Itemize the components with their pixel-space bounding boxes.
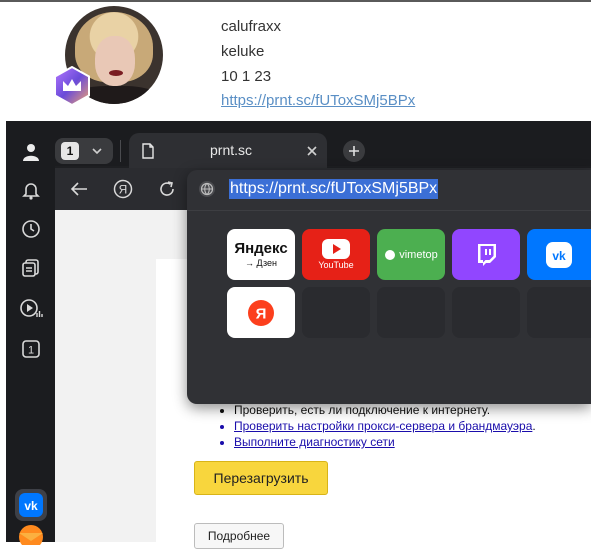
- details-button[interactable]: Подробнее: [194, 523, 284, 549]
- tab-counter-button[interactable]: 1: [55, 138, 113, 164]
- plus-icon: [349, 146, 359, 156]
- browser-sidebar: 1 vk: [6, 121, 55, 545]
- svg-text:vk: vk: [552, 249, 566, 263]
- address-input[interactable]: https://prnt.sc/fUToxSMj5BPx: [229, 179, 439, 199]
- speed-dial-empty[interactable]: [527, 287, 591, 338]
- collections-icon[interactable]: [6, 255, 55, 281]
- vk-logo-icon: vk: [546, 241, 572, 268]
- vimetop-icon: [385, 249, 396, 260]
- clock-icon[interactable]: [6, 216, 55, 242]
- reload-icon[interactable]: [158, 180, 176, 198]
- back-arrow-icon[interactable]: [70, 181, 88, 197]
- profile-name: calufraxx: [221, 18, 282, 35]
- svg-text:Я: Я: [119, 183, 128, 197]
- twitch-icon: [478, 243, 496, 266]
- speed-dial-twitch[interactable]: [452, 229, 520, 280]
- profile-login: keluke: [221, 43, 265, 60]
- speed-dial-empty[interactable]: [377, 287, 445, 338]
- suggestion-diagnostics[interactable]: Выполните диагностику сети: [234, 434, 536, 450]
- counter-label: 1: [27, 345, 33, 357]
- page-icon: [142, 143, 154, 159]
- media-icon[interactable]: [6, 295, 55, 321]
- yandex-home-icon[interactable]: Я: [113, 179, 133, 199]
- tab-divider: [120, 140, 121, 162]
- speed-dial-yandex[interactable]: Я: [227, 287, 295, 338]
- user-icon[interactable]: [6, 139, 55, 165]
- tab-title: prnt.sc: [210, 142, 253, 158]
- suggestion-diagnostics-link[interactable]: Выполните диагностику сети: [234, 435, 395, 449]
- speed-dial-yandex-dzen[interactable]: Яндекс → Дзен: [227, 229, 295, 280]
- yandex-icon: Я: [248, 299, 274, 326]
- globe-icon: [199, 181, 215, 197]
- vk-icon[interactable]: vk: [6, 487, 55, 523]
- speed-dial-empty[interactable]: [452, 287, 520, 338]
- yandex-dzen-subtitle: → Дзен: [245, 258, 277, 268]
- bell-icon[interactable]: [6, 177, 55, 203]
- top-divider: [0, 0, 591, 2]
- suggestion-check-connection: Проверить, есть ли подключение к интерне…: [234, 402, 536, 418]
- counter-icon[interactable]: 1: [6, 336, 55, 362]
- new-tab-button[interactable]: [343, 140, 365, 162]
- speed-dial-vk[interactable]: vk: [527, 229, 591, 280]
- crown-badge-icon: [54, 66, 90, 106]
- omnibox-divider: [187, 210, 591, 211]
- profile-date: 10 1 23: [221, 68, 272, 85]
- speed-dial-youtube[interactable]: YouTube: [302, 229, 370, 280]
- tab-count: 1: [61, 142, 79, 160]
- suggestion-proxy-dot: .: [532, 419, 536, 433]
- yandex-mail-icon[interactable]: [6, 521, 55, 547]
- suggestion-proxy-settings[interactable]: Проверить настройки прокси-сервера и бра…: [234, 418, 536, 434]
- chevron-down-icon: [92, 148, 102, 155]
- suggestion-proxy-link[interactable]: Проверить настройки прокси-сервера и бра…: [234, 419, 532, 433]
- profile-link[interactable]: https://prnt.sc/fUToxSMj5BPx: [221, 92, 415, 109]
- vimetop-label: vimetop: [399, 248, 438, 261]
- speed-dial-empty[interactable]: [302, 287, 370, 338]
- error-suggestions: Проверить, есть ли подключение к интерне…: [218, 402, 536, 450]
- youtube-icon: [322, 239, 350, 259]
- svg-text:Я: Я: [256, 305, 267, 322]
- reload-button[interactable]: Перезагрузить: [194, 461, 328, 495]
- close-icon[interactable]: [306, 145, 318, 157]
- speed-dial-vimetop[interactable]: vimetop: [377, 229, 445, 280]
- svg-text:vk: vk: [24, 499, 38, 513]
- yandex-dzen-title: Яндекс: [234, 240, 288, 257]
- youtube-label: YouTube: [318, 260, 354, 270]
